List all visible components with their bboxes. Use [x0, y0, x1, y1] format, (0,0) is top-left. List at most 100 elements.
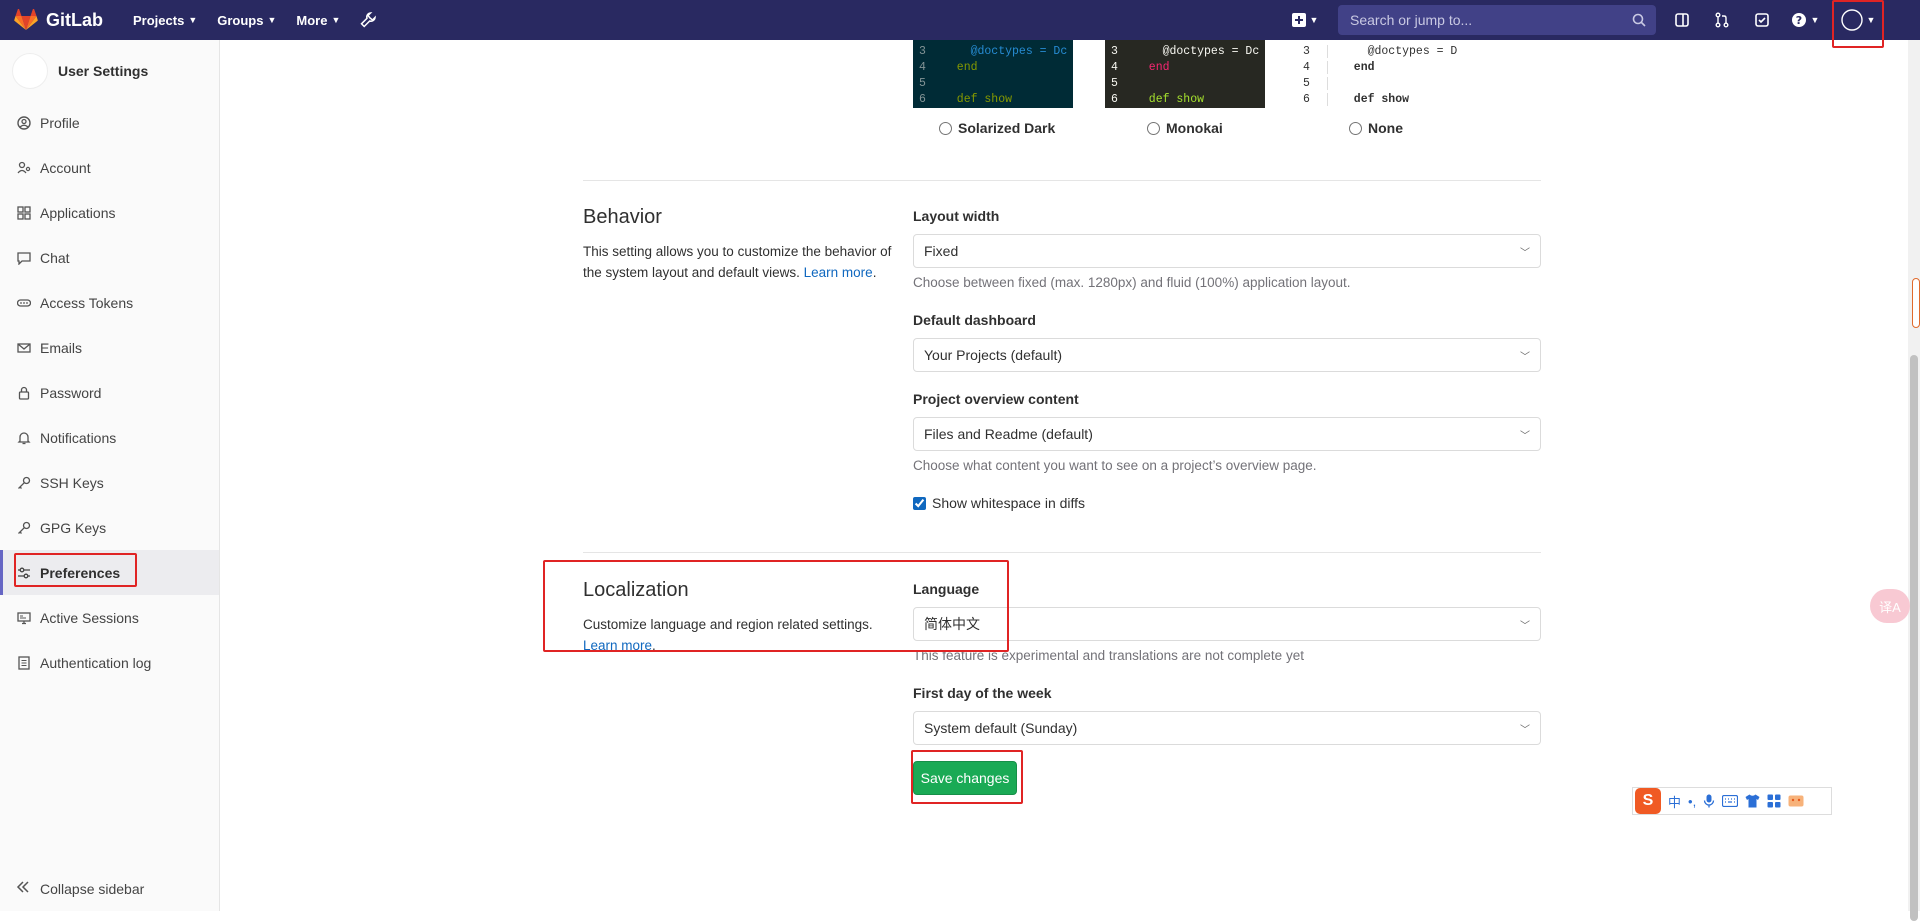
show-whitespace-label: Show whitespace in diffs — [932, 495, 1086, 511]
code-text: def show — [943, 93, 1013, 106]
new-item-button[interactable]: ▼ — [1288, 10, 1322, 30]
chevron-down-icon: ▼ — [331, 15, 341, 25]
punctuation-icon[interactable]: •, — [1688, 794, 1696, 809]
applications-icon — [16, 205, 32, 221]
save-changes-button[interactable]: Save changes — [913, 761, 1017, 795]
sidebar-item-notifications[interactable]: Notifications — [0, 415, 219, 460]
todos-button[interactable] — [1752, 10, 1772, 30]
layout-width-select[interactable]: Fixed ﹀ — [913, 234, 1541, 268]
theme-radio-solarized-dark[interactable]: Solarized Dark — [939, 120, 1055, 136]
sidebar-item-preferences[interactable]: Preferences — [0, 550, 219, 595]
sidebar-item-applications[interactable]: Applications — [0, 190, 219, 235]
code-line: 6 def show — [1303, 92, 1451, 108]
code-line: 5 — [1111, 76, 1259, 92]
help-button[interactable]: ? ▼ — [1788, 10, 1822, 30]
default-dashboard-select[interactable]: Your Projects (default) ﹀ — [913, 338, 1541, 372]
double-chevron-left-icon — [16, 880, 32, 897]
main-content: 3 @doctypes = Dc 4 end 5 6 def show Sola… — [221, 40, 1920, 911]
nav-menu: Projects ▼ Groups ▼ More ▼ — [133, 12, 396, 28]
theme-radio-monokai[interactable]: Monokai — [1147, 120, 1223, 136]
nav-groups[interactable]: Groups ▼ — [217, 12, 276, 28]
theme-preview-none[interactable]: 3 @doctypes = Dc 4 end 5 6 def show — [1297, 40, 1457, 108]
theme-name: Monokai — [1166, 120, 1223, 136]
sidebar-item-authentication-log[interactable]: Authentication log — [0, 640, 219, 685]
theme-radio-none[interactable]: None — [1349, 120, 1403, 136]
code-line: 5 — [919, 76, 1067, 92]
code-text — [1327, 77, 1340, 90]
user-menu-button[interactable]: ▼ — [1838, 8, 1878, 32]
microphone-icon[interactable] — [1703, 794, 1715, 808]
search-input[interactable] — [1348, 11, 1608, 29]
language-value: 简体中文 — [924, 616, 980, 632]
line-number: 3 — [1303, 45, 1310, 58]
localization-description-text: Customize language and region related se… — [583, 617, 873, 632]
sidebar-item-ssh-keys[interactable]: SSH Keys — [0, 460, 219, 505]
scrollbar-thumb[interactable] — [1910, 355, 1918, 921]
code-line: 4 end — [1111, 60, 1259, 76]
code-text: @doctypes = Dc — [943, 45, 1068, 58]
project-overview-help: Choose what content you want to see on a… — [913, 458, 1317, 473]
sidebar-panel-icon — [1675, 13, 1689, 27]
code-line: 4 end — [1303, 60, 1451, 76]
sidebar-item-label: Applications — [40, 204, 116, 221]
theme-radio-input[interactable] — [1349, 121, 1362, 135]
line-number: 6 — [1111, 93, 1118, 106]
profile-icon — [16, 115, 32, 131]
sidebar-item-gpg-keys[interactable]: GPG Keys — [0, 505, 219, 550]
ime-toolbar[interactable]: S 中 •, — [1632, 787, 1832, 815]
sidebar-item-emails[interactable]: Emails — [0, 325, 219, 370]
nav-projects[interactable]: Projects ▼ — [133, 12, 197, 28]
code-line: 3 @doctypes = Dc — [919, 44, 1067, 60]
merge-requests-button[interactable] — [1712, 10, 1732, 30]
theme-radio-input[interactable] — [939, 121, 952, 135]
sidebar-item-chat[interactable]: Chat — [0, 235, 219, 280]
chat-icon — [16, 250, 32, 266]
chevron-down-icon: ▼ — [1309, 15, 1319, 25]
help-icon: ? — [1791, 13, 1806, 27]
scroll-position-indicator — [1912, 278, 1920, 328]
theme-radio-input[interactable] — [1147, 121, 1160, 135]
nav-more-label: More — [296, 12, 328, 28]
code-text: end — [943, 61, 978, 74]
collapse-sidebar-button[interactable]: Collapse sidebar — [0, 866, 219, 911]
admin-wrench-button[interactable] — [360, 12, 377, 28]
sidebar-item-access-tokens[interactable]: Access Tokens — [0, 280, 219, 325]
sidebar-item-password[interactable]: Password — [0, 370, 219, 415]
line-number: 4 — [1303, 61, 1310, 74]
svg-text:?: ? — [1795, 14, 1801, 27]
sidebar-item-account[interactable]: Account — [0, 145, 219, 190]
skin-shirt-icon[interactable] — [1745, 794, 1760, 808]
project-overview-label: Project overview content — [913, 391, 1079, 407]
search-box[interactable] — [1338, 5, 1656, 35]
theme-preview-solarized-dark[interactable]: 3 @doctypes = Dc 4 end 5 6 def show — [913, 40, 1073, 108]
behavior-learn-more-link[interactable]: Learn more — [804, 265, 873, 280]
ime-language-toggle[interactable]: 中 — [1668, 792, 1681, 811]
translate-button[interactable]: 译A — [1870, 589, 1910, 623]
sidebar-item-label: Account — [40, 159, 91, 176]
project-overview-select[interactable]: Files and Readme (default) ﹀ — [913, 417, 1541, 451]
plus-square-icon — [1291, 13, 1306, 27]
sidebar-item-label: Emails — [40, 339, 83, 356]
show-whitespace-checkbox-row[interactable]: Show whitespace in diffs — [913, 495, 1085, 511]
issues-button[interactable] — [1672, 10, 1692, 30]
line-number: 6 — [1303, 93, 1310, 106]
theme-preview-monokai[interactable]: 3 @doctypes = Dc 4 end 5 6 def show — [1105, 40, 1265, 108]
gitlab-logo[interactable]: GitLab — [14, 9, 103, 31]
localization-learn-more-link[interactable]: Learn more — [583, 638, 652, 653]
chevron-down-icon: ﹀ — [1520, 351, 1530, 363]
line-number: 4 — [1111, 61, 1118, 74]
emoji-icon[interactable] — [1788, 795, 1804, 807]
sidebar-item-active-sessions[interactable]: Active Sessions — [0, 595, 219, 640]
sidebar-item-profile[interactable]: Profile — [0, 100, 219, 145]
keyboard-icon[interactable] — [1722, 795, 1739, 807]
show-whitespace-checkbox[interactable] — [913, 496, 926, 510]
nav-more[interactable]: More ▼ — [296, 12, 340, 28]
account-icon — [16, 160, 32, 176]
page-scrollbar[interactable] — [1908, 40, 1920, 921]
first-day-select[interactable]: System default (Sunday) ﹀ — [913, 711, 1541, 745]
language-select[interactable]: 简体中文 ﹀ — [913, 607, 1541, 641]
chevron-down-icon: ﹀ — [1520, 620, 1530, 632]
merge-request-icon — [1715, 12, 1729, 28]
code-line: 3 @doctypes = Dc — [1303, 44, 1457, 60]
toolbox-grid-icon[interactable] — [1767, 794, 1781, 808]
